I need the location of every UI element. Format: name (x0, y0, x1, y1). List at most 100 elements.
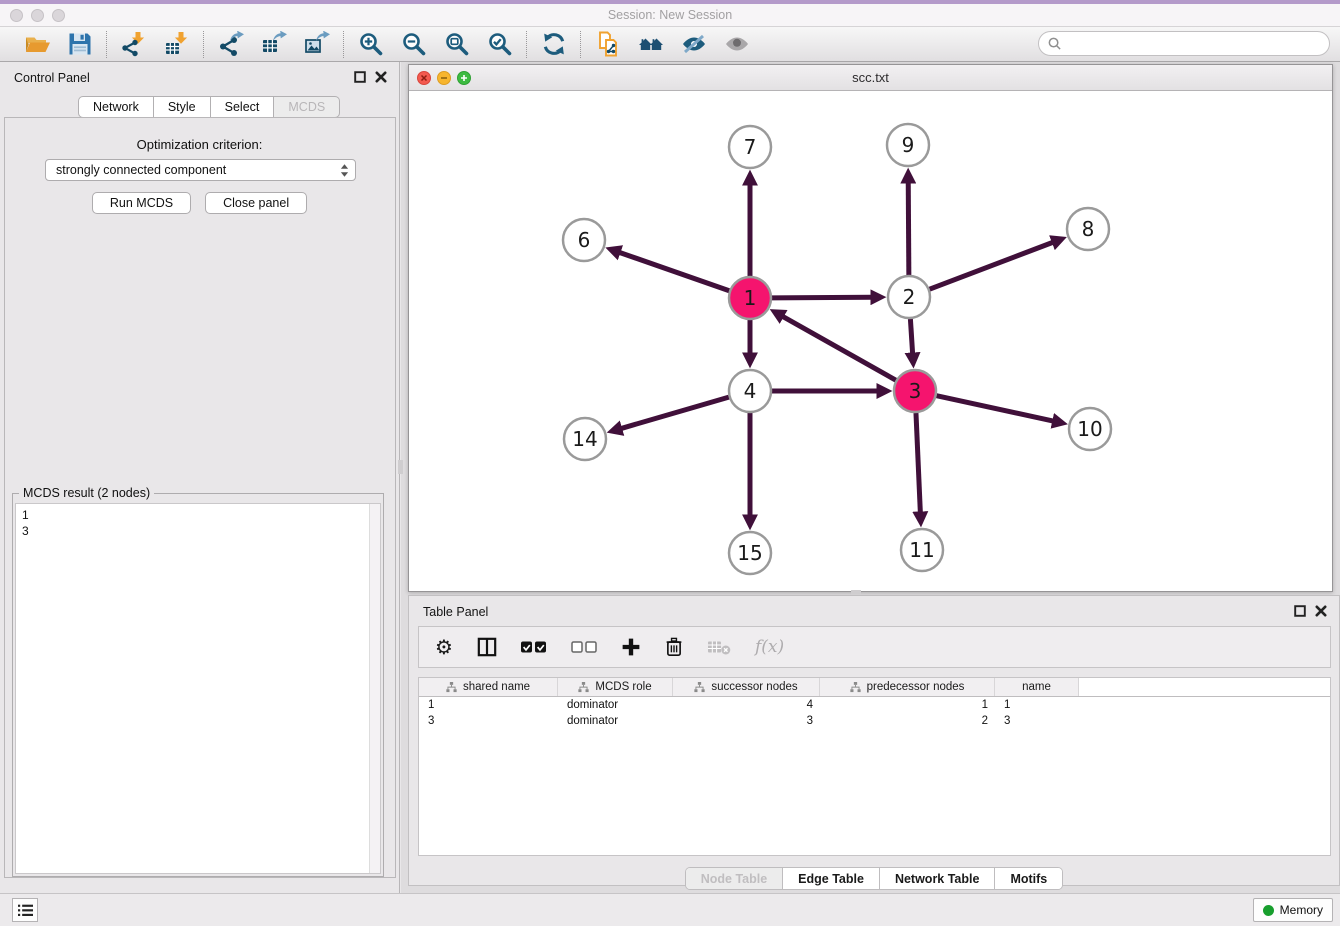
table-header-row: shared name MCDS role successor nodes prede… (419, 678, 1330, 697)
close-panel-button[interactable]: Close panel (205, 192, 307, 214)
zoom-out-button[interactable] (400, 31, 427, 58)
import-network-button[interactable] (120, 31, 147, 58)
delete-table-button (707, 634, 731, 660)
zoom-selected-button[interactable] (486, 31, 513, 58)
open-folder-icon (24, 31, 50, 57)
attribute-icon (850, 682, 861, 693)
cell-shared_name[interactable]: 3 (419, 713, 558, 729)
graph-node-label: 4 (744, 379, 757, 403)
import-table-button[interactable] (163, 31, 190, 58)
search-input[interactable] (1062, 36, 1329, 50)
cell-mcds_role[interactable]: dominator (558, 697, 673, 713)
column-header-successor_nodes[interactable]: successor nodes (673, 678, 820, 696)
export-network-button[interactable] (217, 31, 244, 58)
graph-node-label: 2 (903, 285, 916, 309)
cell-successor_nodes[interactable]: 3 (673, 713, 820, 729)
work-area: scc.txt 7968124314101511 Table Panel ⚙f(… (401, 62, 1340, 893)
edge-4-14[interactable] (621, 397, 729, 429)
tab-select[interactable]: Select (211, 96, 275, 118)
graph-node-label: 11 (909, 538, 934, 562)
tab-edge-table[interactable]: Edge Table (782, 868, 879, 889)
export-network-icon (218, 31, 244, 57)
edge-1-2[interactable] (772, 297, 872, 298)
panel-splitter-handle[interactable] (398, 460, 403, 474)
column-header-shared_name[interactable]: shared name (419, 678, 558, 696)
apply-layout-button[interactable] (540, 31, 567, 58)
edge-2-9[interactable] (908, 182, 909, 275)
cell-predecessor_nodes[interactable]: 1 (820, 697, 995, 713)
column-header-mcds_role[interactable]: MCDS role (558, 678, 673, 696)
task-list-icon (17, 903, 34, 918)
network-window-title: scc.txt (409, 70, 1332, 85)
show-graphics-details-button[interactable] (723, 31, 750, 58)
cell-predecessor_nodes[interactable]: 2 (820, 713, 995, 729)
select-all-button[interactable] (521, 634, 547, 660)
zoom-selected-icon (487, 31, 513, 57)
add-column-button[interactable] (621, 634, 641, 660)
select-all-icon (521, 637, 547, 657)
zoom-in-icon (358, 31, 384, 57)
edge-3-11[interactable] (916, 413, 920, 513)
cell-shared_name[interactable]: 1 (419, 697, 558, 713)
edge-3-1[interactable] (782, 316, 896, 380)
search-box[interactable] (1038, 31, 1330, 56)
home-button[interactable] (637, 31, 664, 58)
table-settings-button[interactable]: ⚙ (435, 634, 453, 660)
network-window-titlebar[interactable]: scc.txt (409, 65, 1332, 91)
attribute-icon (446, 682, 457, 693)
zoom-fit-button[interactable] (443, 31, 470, 58)
tab-network[interactable]: Network (78, 96, 154, 118)
edge-1-6[interactable] (619, 252, 729, 291)
delete-column-button[interactable] (665, 634, 683, 660)
network-canvas[interactable]: 7968124314101511 (409, 92, 1332, 591)
mcds-result-lines: 1 3 (16, 504, 380, 542)
mcds-result-area[interactable]: 1 3 (15, 503, 381, 874)
edge-2-3[interactable] (910, 319, 912, 354)
network-overview-button[interactable] (594, 31, 621, 58)
float-table-panel-icon[interactable] (1294, 605, 1306, 617)
export-image-icon (304, 31, 330, 57)
close-table-panel-icon[interactable] (1315, 605, 1327, 617)
criterion-select[interactable]: strongly connected component (45, 159, 356, 181)
deselect-all-icon (571, 637, 597, 657)
open-session-button[interactable] (23, 31, 50, 58)
edge-2-8[interactable] (930, 242, 1054, 289)
network-overview-icon (595, 31, 621, 57)
node-table[interactable]: shared name MCDS role successor nodes prede… (418, 677, 1331, 856)
delete-icon (665, 637, 683, 657)
memory-button[interactable]: Memory (1253, 898, 1333, 922)
task-history-button[interactable] (12, 898, 38, 922)
edge-3-10[interactable] (936, 396, 1053, 421)
column-layout-button[interactable] (477, 634, 497, 660)
attribute-icon (694, 682, 705, 693)
float-panel-icon[interactable] (354, 71, 366, 83)
zoom-in-button[interactable] (357, 31, 384, 58)
close-panel-icon[interactable] (375, 71, 387, 83)
splitter-handle[interactable] (851, 590, 861, 594)
run-mcds-button[interactable]: Run MCDS (92, 192, 191, 214)
table-row[interactable]: 3dominator323 (419, 713, 1330, 729)
table-row[interactable]: 1dominator411 (419, 697, 1330, 713)
hide-graphics-details-button[interactable] (680, 31, 707, 58)
tab-mcds[interactable]: MCDS (274, 96, 340, 118)
tab-motifs[interactable]: Motifs (994, 868, 1062, 889)
cell-mcds_role[interactable]: dominator (558, 713, 673, 729)
tab-network-table[interactable]: Network Table (879, 868, 995, 889)
column-header-predecessor_nodes[interactable]: predecessor nodes (820, 678, 995, 696)
graph-node-label: 3 (909, 379, 922, 403)
export-image-button[interactable] (303, 31, 330, 58)
result-scrollbar[interactable] (369, 504, 380, 873)
column-header-name[interactable]: name (995, 678, 1079, 696)
cell-name[interactable]: 3 (995, 713, 1079, 729)
tab-node-table[interactable]: Node Table (686, 868, 782, 889)
tab-style[interactable]: Style (154, 96, 211, 118)
save-session-button[interactable] (66, 31, 93, 58)
table-panel: Table Panel ⚙f(x) shared nameMCDS rolesu… (408, 595, 1340, 886)
export-table-button[interactable] (260, 31, 287, 58)
column-label: successor nodes (711, 681, 797, 693)
deselect-all-button[interactable] (571, 634, 597, 660)
cell-name[interactable]: 1 (995, 697, 1079, 713)
cell-successor_nodes[interactable]: 4 (673, 697, 820, 713)
refresh-icon (541, 31, 567, 57)
column-label: MCDS role (595, 681, 651, 693)
